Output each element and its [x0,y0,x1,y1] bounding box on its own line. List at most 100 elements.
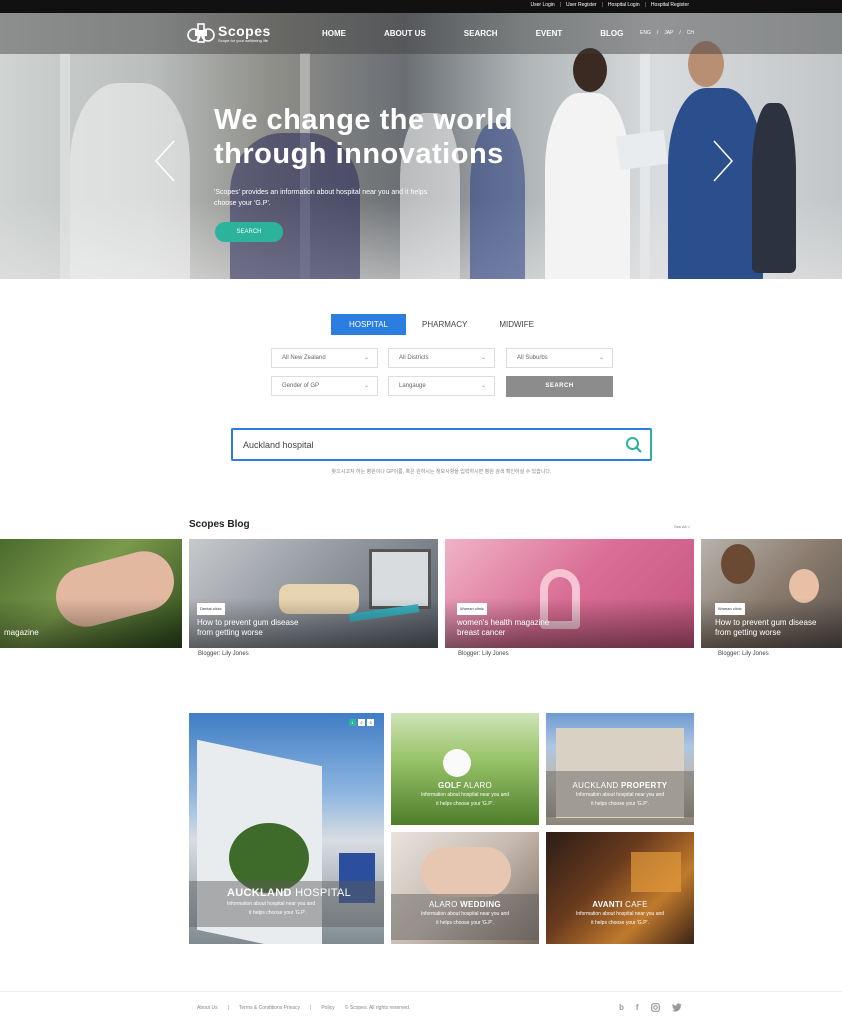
tile-label: GOLF ALARO Information about hospital ne… [391,781,539,808]
chevron-down-icon: ⌄ [363,355,369,361]
golf-ball-image [443,749,471,777]
card-title-line1: women's health magazine [457,618,550,627]
card-title: magazine [4,628,39,637]
prev-arrow-icon[interactable] [152,139,178,183]
hero-title-line1: We change the world [214,104,514,136]
next-arrow-icon[interactable] [710,139,736,183]
hospital-login-link[interactable]: Hospital Login [603,2,645,8]
tile-desc-line2: it helps choose your 'G.P'. [591,801,649,807]
card-caption: Woman clinic women's health magazine bre… [457,603,549,638]
card-title-line2: from getting worse [197,628,263,637]
card-shade [0,598,182,648]
account-links: User Login | User Register | Hospital Lo… [526,2,694,8]
utility-bar: User Login | User Register | Hospital Lo… [0,0,842,13]
doctor-figure [545,93,630,279]
lang-ch[interactable]: CH [687,30,694,36]
hands-heart-image [421,847,511,897]
blog-card[interactable]: Dental clinic How to prevent gum disease… [189,539,438,648]
suburb-select-value: All Suburbs [517,355,548,361]
footer-terms-link[interactable]: Terms & Conditions Privacy [239,1005,300,1011]
pager-dot-1[interactable]: 1 [349,719,356,726]
lang-jap[interactable]: JAP [664,30,673,36]
blogger-name: Blogger: Lily Jones [718,651,769,657]
chevron-down-icon: ⌄ [480,355,486,361]
tab-pharmacy[interactable]: PHARMACY [406,314,483,335]
gallery-tile-golf[interactable]: GOLF ALARO Information about hospital ne… [391,713,539,825]
search-tabs: HOSPITAL PHARMACY MIDWIFE [331,314,550,335]
user-login-link[interactable]: User Login [526,2,560,8]
tile-title-bold: ALARO [429,900,458,909]
tile-desc-line2: it helps choose your 'G.P'. [591,920,649,926]
hero-banner: Scopes Scope for your wellbeing life HOM… [0,13,842,279]
tile-title-bold: AUCKLAND [227,887,292,899]
filter-search-button[interactable]: SEARCH [506,376,613,397]
gallery-main-tile[interactable]: AUCKLAND HOSPITAL Information about hosp… [189,713,384,944]
district-select-value: All Districts [399,355,429,361]
tab-midwife[interactable]: MIDWIFE [483,314,550,335]
card-title-line2: breast cancer [457,628,506,637]
category-badge: Dental clinic [197,603,225,615]
footer-about-link[interactable]: About Us [197,1005,218,1011]
footer-policy-link[interactable]: Policy [321,1005,334,1011]
instagram-icon[interactable] [650,1003,660,1014]
nav-home[interactable]: HOME [322,29,346,38]
separator: / [679,30,681,36]
blog-card[interactable]: Woman clinic How to prevent gum disease … [701,539,842,648]
tab-hospital[interactable]: HOSPITAL [331,314,406,335]
main-navbar: Scopes Scope for your wellbeing life HOM… [0,13,842,54]
blogger-name: Blogger: Lily Jones [198,651,249,657]
tile-title-rest: WEDDING [457,900,501,909]
district-select[interactable]: All Districts ⌄ [388,348,495,368]
suburb-select[interactable]: All Suburbs ⌄ [506,348,613,368]
tile-desc-line2: it helps choose your 'G.P'. [249,910,307,916]
card-caption: magazine [4,628,39,638]
gallery-tile-wedding[interactable]: ALARO WEDDING Information about hospital… [391,832,539,944]
gender-select[interactable]: Gender of GP ⌄ [271,376,378,396]
nav-event[interactable]: EVENT [536,29,563,38]
pager-dot-2[interactable]: 2 [358,719,365,726]
see-all-link[interactable]: See All > [674,524,690,529]
tile-label: ALARO WEDDING Information about hospital… [391,900,539,927]
gallery-tile-cafe[interactable]: AVANTI CAFE Information about hospital n… [546,832,694,944]
hospital-register-link[interactable]: Hospital Register [646,2,694,8]
blog-card[interactable]: magazine [0,539,182,648]
search-hint: 찾으시고자 하는 병원이나 GP이름, 혹은 원하시는 정보사항을 입력하시면 … [331,469,552,475]
lang-eng[interactable]: ENG [640,30,651,36]
hero-search-button[interactable]: SEARCH [215,222,283,242]
blogger-name: Blogger: Lily Jones [458,651,509,657]
tile-title-rest: HOSPITAL [291,887,352,899]
keyword-search-input[interactable] [243,437,603,453]
gallery-tile-property[interactable]: AUCKLAND PROPERTY Information about hosp… [546,713,694,825]
facebook-icon[interactable]: f [636,1003,639,1014]
blog-icon[interactable]: b [619,1003,624,1014]
region-select-value: All New Zealand [282,355,326,361]
nav-search[interactable]: SEARCH [464,29,498,38]
twitter-icon[interactable] [671,1003,682,1014]
user-register-link[interactable]: User Register [561,2,602,8]
tile-desc-line2: it helps choose your 'G.P'. [436,920,494,926]
search-icon[interactable] [625,436,643,459]
chevron-down-icon: ⌄ [480,383,486,389]
chevron-down-icon: ⌄ [363,383,369,389]
logo-icon [187,22,215,44]
region-select[interactable]: All New Zealand ⌄ [271,348,378,368]
pager-dot-3[interactable]: 3 [367,719,374,726]
card-title-line2: from getting worse [715,628,781,637]
blog-card[interactable]: Woman clinic women's health magazine bre… [445,539,694,648]
tile-title-bold: AUCKLAND [572,781,619,790]
nav-about-us[interactable]: ABOUT US [384,29,426,38]
separator: | [310,1005,312,1011]
blurred-person [752,103,796,273]
logo[interactable]: Scopes Scope for your wellbeing life [187,22,271,44]
card-caption: Dental clinic How to prevent gum disease… [197,603,298,638]
tile-label: AUCKLAND HOSPITAL Information about hosp… [189,887,384,917]
gender-select-value: Gender of GP [282,383,320,389]
nav-blog[interactable]: BLOG [600,29,623,38]
card-caption: Woman clinic How to prevent gum disease … [715,603,816,638]
tile-desc-line1: Information about hospital near you and [575,911,665,917]
language-select[interactable]: Langauge ⌄ [388,376,495,396]
chevron-down-icon: ⌄ [598,355,604,361]
tile-label: AVANTI CAFE Information about hospital n… [546,900,694,927]
tile-title-rest: ALARO [461,781,493,790]
tablet-device [615,129,669,171]
